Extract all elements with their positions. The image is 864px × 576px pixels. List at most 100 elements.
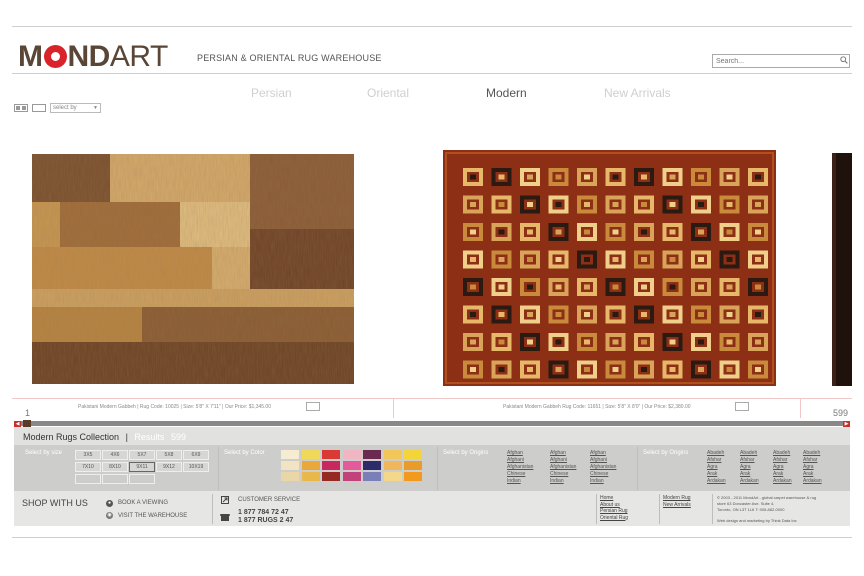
origin-link[interactable]: Afghanistan bbox=[590, 464, 616, 470]
size-option[interactable]: 9X12 bbox=[156, 462, 182, 472]
color-swatch[interactable] bbox=[383, 450, 402, 459]
origin-link[interactable]: Ardakan bbox=[803, 478, 822, 484]
list-view-icon[interactable] bbox=[32, 104, 46, 112]
footer-link[interactable]: Oriental Rug bbox=[600, 515, 628, 521]
origin-link[interactable]: Indian bbox=[590, 478, 604, 484]
color-swatch[interactable] bbox=[322, 461, 340, 470]
origin-link[interactable]: Afghani bbox=[550, 457, 567, 463]
rug-pattern-square-core bbox=[641, 202, 647, 207]
origin-link[interactable]: Arak bbox=[707, 471, 717, 477]
search-icon[interactable] bbox=[840, 56, 848, 64]
rug-pattern-square-core bbox=[669, 229, 676, 235]
origin-link[interactable]: Afshar bbox=[773, 457, 787, 463]
color-swatch[interactable] bbox=[342, 450, 361, 459]
grid-view-icon[interactable] bbox=[14, 104, 28, 112]
origin-link[interactable]: Indian bbox=[507, 478, 521, 484]
size-option[interactable]: 8X10 bbox=[102, 462, 128, 472]
origin-link[interactable]: Afshar bbox=[740, 457, 754, 463]
rug-pattern-square-core bbox=[470, 339, 476, 345]
rug-image-2[interactable] bbox=[443, 150, 776, 386]
footer-link[interactable]: Persian Rug bbox=[600, 508, 628, 514]
color-swatch[interactable] bbox=[383, 472, 402, 481]
nav-new-arrivals[interactable]: New Arrivals bbox=[604, 86, 671, 100]
origin-link[interactable]: Ardakan bbox=[740, 478, 759, 484]
color-swatch[interactable] bbox=[342, 461, 361, 470]
origin-link[interactable]: Abadeh bbox=[773, 450, 790, 456]
zoom-icon[interactable] bbox=[735, 402, 749, 411]
origin-link[interactable]: Afghan bbox=[507, 450, 523, 456]
origin-link[interactable]: Arak bbox=[740, 471, 750, 477]
size-option[interactable]: 7X10 bbox=[75, 462, 101, 472]
origin-link[interactable]: Agra bbox=[707, 464, 718, 470]
origin-link[interactable]: Arak bbox=[773, 471, 783, 477]
size-option[interactable]: 5X8 bbox=[156, 450, 182, 460]
color-swatch[interactable] bbox=[281, 450, 299, 459]
size-option[interactable]: 3X5 bbox=[75, 450, 101, 460]
color-swatch[interactable] bbox=[363, 461, 381, 470]
origin-link[interactable]: Afghan bbox=[550, 450, 566, 456]
origin-link[interactable]: Afghani bbox=[590, 457, 607, 463]
footer-link[interactable]: Modern Rug bbox=[663, 495, 691, 501]
carousel-scrollbar[interactable] bbox=[14, 421, 850, 426]
color-swatch[interactable] bbox=[404, 450, 422, 459]
size-option[interactable]: 10X19 bbox=[183, 462, 209, 472]
origin-link[interactable]: Abadeh bbox=[740, 450, 757, 456]
origin-link[interactable]: Chinese bbox=[507, 471, 525, 477]
scroll-thumb[interactable] bbox=[23, 420, 31, 427]
color-swatch[interactable] bbox=[322, 450, 340, 459]
size-option[interactable]: 6X9 bbox=[183, 450, 209, 460]
select-by-dropdown[interactable]: select by ▼ bbox=[50, 103, 101, 113]
color-swatch[interactable] bbox=[342, 472, 361, 481]
origin-link[interactable]: Afshar bbox=[707, 457, 721, 463]
size-option[interactable]: 9X11 bbox=[129, 462, 155, 472]
customer-service-link[interactable]: CUSTOMER SERVICE bbox=[238, 497, 300, 503]
tagline: PERSIAN & ORIENTAL RUG WAREHOUSE bbox=[197, 53, 382, 63]
color-swatch[interactable] bbox=[383, 461, 402, 470]
origin-link[interactable]: Arak bbox=[803, 471, 813, 477]
footer-link[interactable]: New Arrivals bbox=[663, 502, 691, 508]
phone-number-1: 1 877 784 72 47 bbox=[238, 509, 289, 516]
rug-pattern-square-core bbox=[755, 367, 761, 372]
nav-modern[interactable]: Modern bbox=[486, 86, 527, 100]
origin-link[interactable]: Afshar bbox=[803, 457, 817, 463]
origin-link[interactable]: Ardakan bbox=[773, 478, 792, 484]
footer-link[interactable]: Home bbox=[600, 495, 613, 501]
rug-image-1[interactable] bbox=[32, 154, 354, 384]
visit-warehouse-link[interactable]: VISIT THE WAREHOUSE bbox=[118, 513, 187, 519]
origin-link[interactable]: Chinese bbox=[550, 471, 568, 477]
search-input[interactable] bbox=[712, 54, 850, 68]
color-swatch[interactable] bbox=[322, 472, 340, 481]
logo[interactable]: M NDART bbox=[18, 42, 168, 72]
size-option[interactable]: 5X7 bbox=[129, 450, 155, 460]
origin-link[interactable]: Chinese bbox=[590, 471, 608, 477]
rug-image-3-inner bbox=[836, 153, 852, 386]
color-swatch[interactable] bbox=[363, 450, 381, 459]
zoom-icon[interactable] bbox=[306, 402, 320, 411]
color-swatch[interactable] bbox=[281, 461, 299, 470]
origin-link[interactable]: Indian bbox=[550, 478, 564, 484]
color-swatch[interactable] bbox=[281, 472, 299, 481]
color-swatch[interactable] bbox=[404, 472, 422, 481]
origin-link[interactable]: Ardakan bbox=[707, 478, 726, 484]
origin-link[interactable]: Agra bbox=[740, 464, 751, 470]
origin-link[interactable]: Afghani bbox=[507, 457, 524, 463]
footer-link[interactable]: About us bbox=[600, 502, 620, 508]
origin-link[interactable]: Agra bbox=[803, 464, 814, 470]
color-swatch[interactable] bbox=[301, 461, 320, 470]
size-option[interactable]: 4X6 bbox=[102, 450, 128, 460]
origin-link[interactable]: Afghan bbox=[590, 450, 606, 456]
rug-pattern-square-core bbox=[698, 174, 704, 180]
color-swatch[interactable] bbox=[301, 472, 320, 481]
origin-link[interactable]: Agra bbox=[773, 464, 784, 470]
color-swatch[interactable] bbox=[301, 450, 320, 459]
origin-link[interactable]: Abadeh bbox=[803, 450, 820, 456]
rug-image-3[interactable] bbox=[832, 153, 852, 386]
origin-link[interactable]: Abadeh bbox=[707, 450, 724, 456]
book-viewing-link[interactable]: BOOK A VIEWING bbox=[118, 500, 168, 506]
color-swatch[interactable] bbox=[363, 472, 381, 481]
origin-link[interactable]: Afghanistan bbox=[507, 464, 533, 470]
nav-persian[interactable]: Persian bbox=[251, 86, 292, 100]
origin-link[interactable]: Afghanistan bbox=[550, 464, 576, 470]
nav-oriental[interactable]: Oriental bbox=[367, 86, 409, 100]
color-swatch[interactable] bbox=[404, 461, 422, 470]
